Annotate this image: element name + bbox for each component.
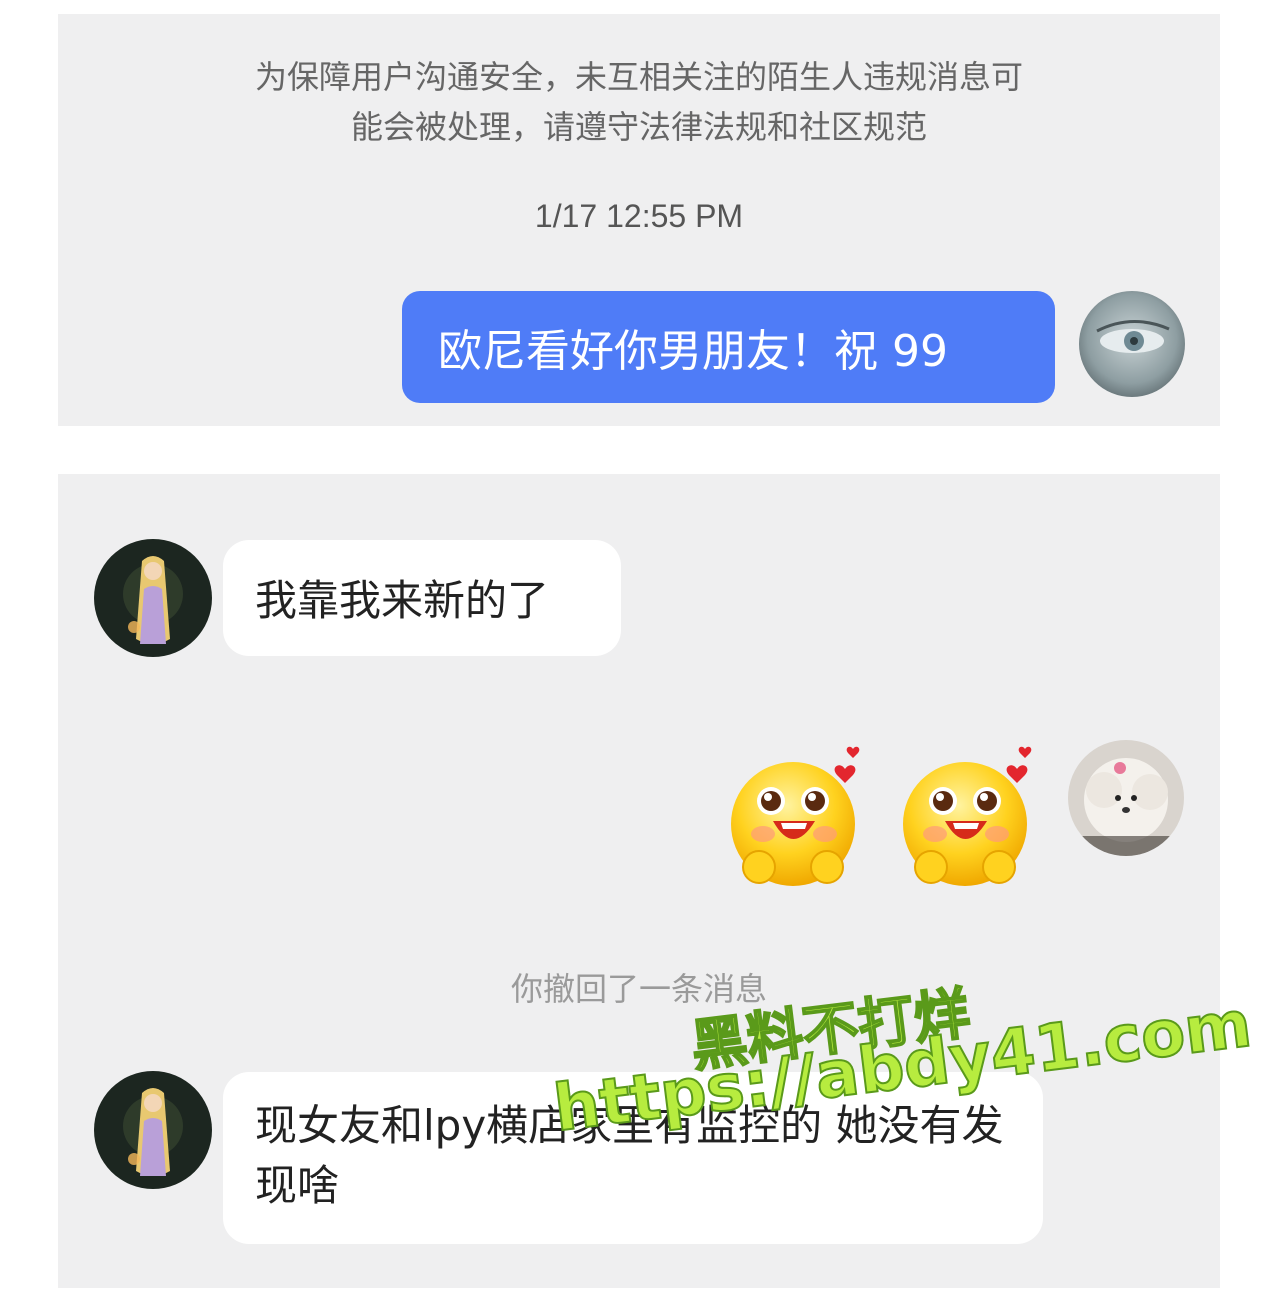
message-timestamp: 1/17 12:55 PM (534, 198, 744, 234)
chat-panel-top: 为保障用户沟通安全，未互相关注的陌生人违规消息可 能会被处理，请遵守法律法规和社… (58, 14, 1220, 426)
incoming-message-bubble[interactable]: 我靠我来新的了 (223, 540, 621, 656)
safety-notice-line2: 能会被处理，请遵守法律法规和社区规范 (350, 108, 927, 146)
my-avatar-dog[interactable] (1068, 740, 1184, 856)
contact-avatar[interactable] (94, 1071, 212, 1189)
safety-notice-line1: 为保障用户沟通安全，未互相关注的陌生人违规消息可 (254, 58, 1023, 96)
blush-smile-sticker[interactable] (895, 739, 1045, 889)
blush-smile-sticker[interactable] (723, 739, 873, 889)
my-avatar[interactable] (1079, 291, 1185, 397)
outgoing-message-bubble[interactable]: 欧尼看好你男朋友！祝 99 (402, 291, 1055, 403)
contact-avatar[interactable] (94, 539, 212, 657)
chat-panel-bottom: 我靠我来新的了 你撤回了一条消息 现女友和lpy横店家里有监控的 她没有发现啥 (58, 474, 1220, 1288)
recall-notice: 你撤回了一条消息 (510, 970, 767, 1008)
safety-notice: 为保障用户沟通安全，未互相关注的陌生人违规消息可 能会被处理，请遵守法律法规和社… (58, 52, 1220, 152)
